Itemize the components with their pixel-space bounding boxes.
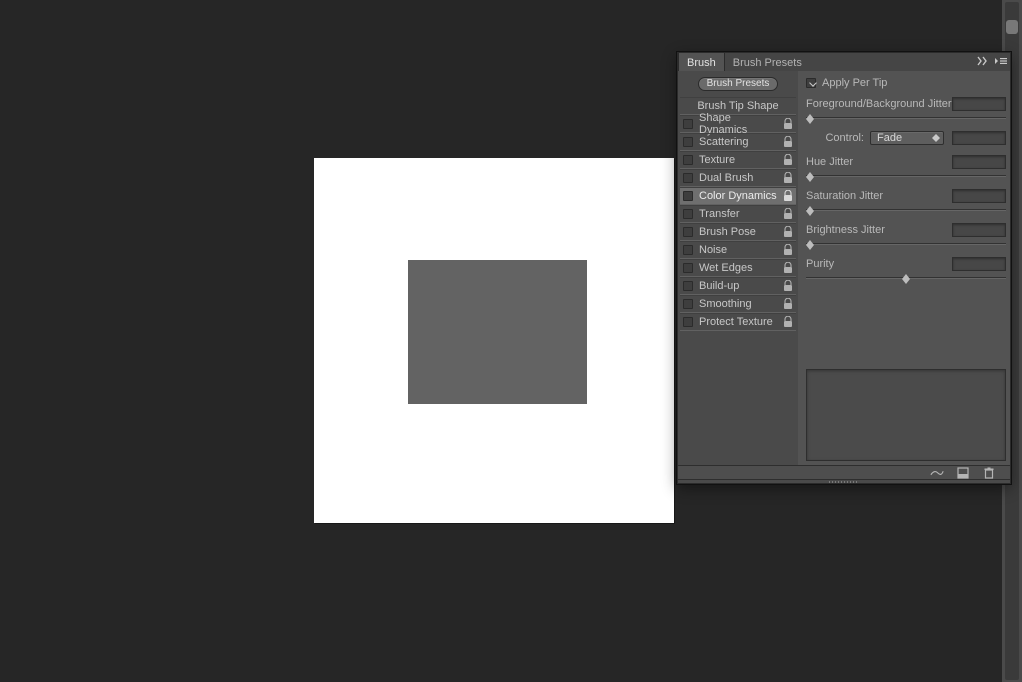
hue-jitter-slider[interactable]: [806, 175, 1006, 177]
option-label: Scattering: [699, 136, 781, 148]
checkbox[interactable]: [683, 119, 693, 129]
checkbox[interactable]: [683, 137, 693, 147]
lock-icon[interactable]: [783, 118, 793, 130]
option-label: Dual Brush: [699, 172, 781, 184]
option-noise[interactable]: Noise: [680, 241, 796, 259]
vertical-scrollbar-thumb[interactable]: [1006, 20, 1018, 34]
option-build-up[interactable]: Build-up: [680, 277, 796, 295]
brush-presets-button[interactable]: Brush Presets: [698, 77, 778, 91]
checkbox[interactable]: [683, 155, 693, 165]
brightness-jitter-field[interactable]: [952, 223, 1006, 237]
option-color-dynamics[interactable]: Color Dynamics: [680, 187, 796, 205]
checkbox[interactable]: [683, 263, 693, 273]
option-protect-texture[interactable]: Protect Texture: [680, 313, 796, 331]
fgbg-jitter-slider[interactable]: [806, 117, 1006, 119]
checkbox[interactable]: [683, 245, 693, 255]
option-label: Transfer: [699, 208, 781, 220]
lock-icon[interactable]: [783, 208, 793, 220]
option-label: Noise: [699, 244, 781, 256]
purity-slider[interactable]: [806, 277, 1006, 279]
lock-icon[interactable]: [783, 136, 793, 148]
apply-per-tip-checkbox[interactable]: [806, 78, 816, 88]
option-transfer[interactable]: Transfer: [680, 205, 796, 223]
option-label: Smoothing: [699, 298, 781, 310]
control-label: Control:: [806, 132, 864, 144]
brightness-jitter-label: Brightness Jitter: [806, 224, 885, 236]
saturation-jitter-slider[interactable]: [806, 209, 1006, 211]
fgbg-jitter-field[interactable]: [952, 97, 1006, 111]
hue-jitter-field[interactable]: [952, 155, 1006, 169]
lock-icon[interactable]: [783, 244, 793, 256]
lock-icon[interactable]: [783, 190, 793, 202]
apply-per-tip-label: Apply Per Tip: [822, 77, 887, 89]
slider-knob[interactable]: [806, 172, 814, 182]
control-dropdown[interactable]: Fade: [870, 131, 944, 145]
control-dropdown-value: Fade: [877, 132, 902, 144]
new-preset-icon[interactable]: [956, 467, 970, 479]
option-dual-brush[interactable]: Dual Brush: [680, 169, 796, 187]
toggle-live-tip-icon[interactable]: [930, 467, 944, 479]
lock-icon[interactable]: [783, 316, 793, 328]
checkbox[interactable]: [683, 227, 693, 237]
tab-brush-presets[interactable]: Brush Presets: [725, 53, 810, 71]
saturation-jitter-label: Saturation Jitter: [806, 190, 883, 202]
control-steps-field[interactable]: [952, 131, 1006, 145]
canvas[interactable]: [314, 158, 674, 523]
option-label: Brush Tip Shape: [683, 100, 793, 112]
option-scattering[interactable]: Scattering: [680, 133, 796, 151]
slider-knob[interactable]: [806, 114, 814, 124]
lock-icon[interactable]: [783, 298, 793, 310]
option-label: Wet Edges: [699, 262, 781, 274]
painted-rectangle: [408, 260, 587, 404]
lock-icon[interactable]: [783, 226, 793, 238]
panel-resize-grip[interactable]: [678, 479, 1010, 483]
brush-preview: [806, 369, 1006, 461]
fgbg-jitter-label: Foreground/Background Jitter: [806, 98, 952, 110]
panel-menu-icon[interactable]: [994, 54, 1008, 68]
tab-brush[interactable]: Brush: [678, 53, 725, 71]
option-texture[interactable]: Texture: [680, 151, 796, 169]
lock-icon[interactable]: [783, 280, 793, 292]
checkbox[interactable]: [683, 191, 693, 201]
option-label: Build-up: [699, 280, 781, 292]
option-shape-dynamics[interactable]: Shape Dynamics: [680, 115, 796, 133]
slider-knob[interactable]: [902, 274, 910, 284]
slider-knob[interactable]: [806, 206, 814, 216]
option-label: Texture: [699, 154, 781, 166]
lock-icon[interactable]: [783, 154, 793, 166]
panel-footer: [678, 465, 1010, 479]
checkbox[interactable]: [683, 209, 693, 219]
purity-label: Purity: [806, 258, 834, 270]
panel-tabbar: Brush Brush Presets: [678, 53, 1010, 71]
brightness-jitter-slider[interactable]: [806, 243, 1006, 245]
checkbox[interactable]: [683, 281, 693, 291]
color-dynamics-settings: Apply Per Tip Foreground/Background Jitt…: [798, 71, 1010, 465]
lock-icon[interactable]: [783, 172, 793, 184]
checkbox[interactable]: [683, 317, 693, 327]
option-smoothing[interactable]: Smoothing: [680, 295, 796, 313]
collapse-panel-icon[interactable]: [976, 54, 990, 68]
option-brush-pose[interactable]: Brush Pose: [680, 223, 796, 241]
saturation-jitter-field[interactable]: [952, 189, 1006, 203]
lock-icon[interactable]: [783, 262, 793, 274]
trash-icon[interactable]: [982, 467, 996, 479]
purity-field[interactable]: [952, 257, 1006, 271]
slider-knob[interactable]: [806, 240, 814, 250]
option-label: Protect Texture: [699, 316, 781, 328]
option-wet-edges[interactable]: Wet Edges: [680, 259, 796, 277]
checkbox[interactable]: [683, 173, 693, 183]
hue-jitter-label: Hue Jitter: [806, 156, 853, 168]
dropdown-arrows-icon: [932, 134, 940, 142]
option-label: Color Dynamics: [699, 190, 781, 202]
brush-panel: Brush Brush Presets Brush Presets: [677, 52, 1011, 484]
apply-per-tip-row[interactable]: Apply Per Tip: [806, 77, 1006, 89]
brush-options-list: Brush Presets Brush Tip Shape Shape Dyna…: [678, 71, 798, 465]
checkbox[interactable]: [683, 299, 693, 309]
option-label: Brush Pose: [699, 226, 781, 238]
